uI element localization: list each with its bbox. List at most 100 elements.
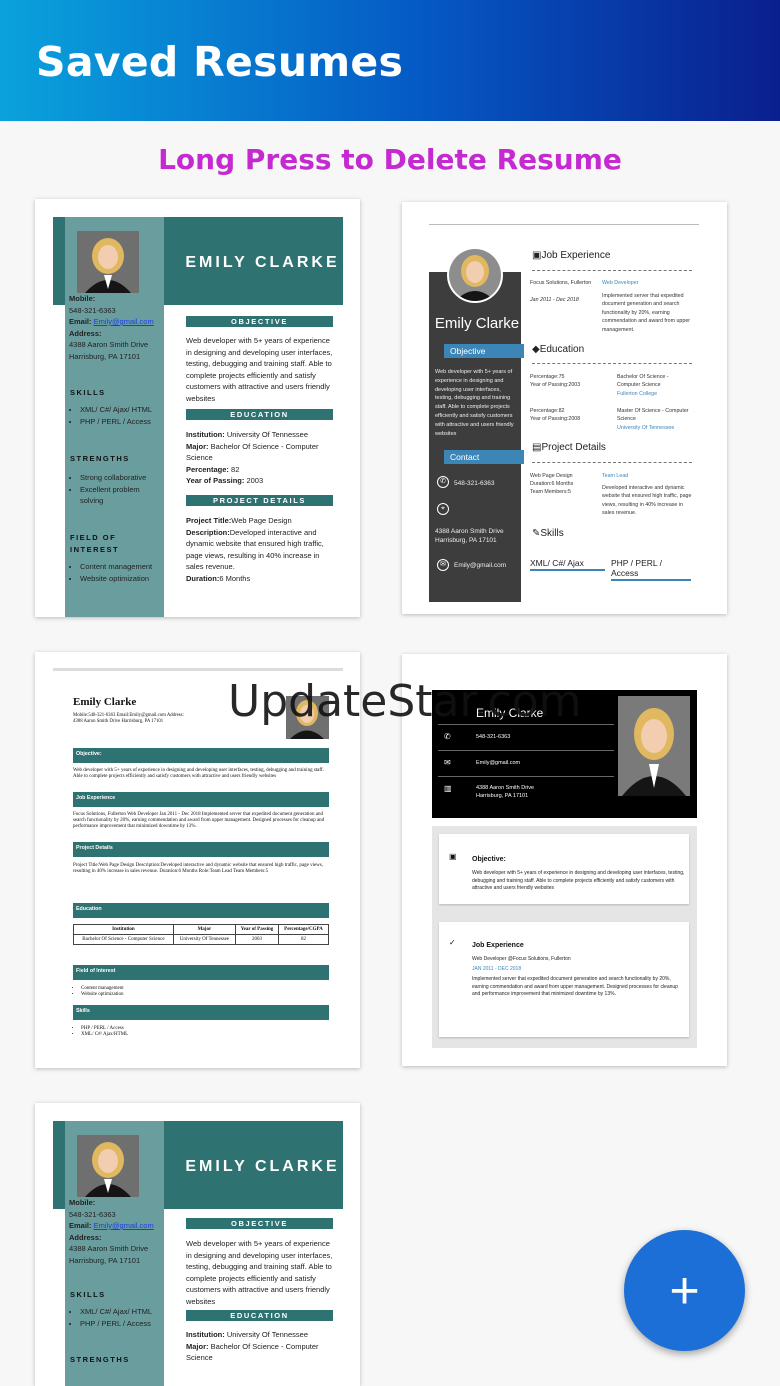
contact-block: Mobile: 548-321-6363 Email: Emily@gmail.… [69,1198,154,1265]
education-table: Institution Major Year of Passing Percentag… [73,924,329,945]
contact-info: Mobile:548-321-6363 Email:Emily@gmail.co… [73,713,184,724]
project-heading: PROJECT DETAILS [186,495,333,506]
contact-address: 4388 Aaron Smith Drive Harrisburg, PA 17… [435,528,504,544]
profile-photo [77,231,139,293]
job-role: Web Developer [602,280,639,286]
objective-tag: Objective [444,344,524,358]
page-title: Saved Resumes [36,38,404,86]
objective-text: Web developer with 5+ years of experienc… [435,369,514,437]
skills-list: XML/ C#/ Ajax/ HTMLPHP / PERL / Access [70,404,165,427]
interest-list: Content managementWebsite optimization [73,986,329,998]
project-bar: Project Details [73,842,329,857]
strengths-heading: STRENGTHS [70,454,130,463]
briefcase-icon: ▣ [449,852,457,861]
resume-preview-teal: EMILY CLARKE Mobile: 548-321-6363 Email:… [35,1103,360,1386]
job-heading: ▣Job Experience [532,250,611,261]
project-text: Project Title:Web Page Design Descriptio… [73,863,323,874]
objective-heading: OBJECTIVE [186,316,333,327]
skills-heading: ✎Skills [532,528,564,539]
education-heading: ◆Education [532,344,585,355]
phone-icon: ✆ [437,476,449,488]
contact-phone: 548-321-6363 [454,480,495,487]
objective-text: Web developer with 5+ years of experienc… [472,870,685,892]
objective-box [439,834,689,904]
add-resume-button[interactable]: + [624,1230,745,1351]
skills-bar: Skills [73,1005,329,1020]
location-icon: ⌖ [437,503,449,515]
top-rule [53,668,343,671]
plus-icon: + [669,1261,700,1320]
contact-email: Emily@gmail.com [476,760,521,766]
skills-list: XML/ C#/ Ajax/ HTMLPHP / PERL / Access [70,1306,165,1329]
resume-preview-teal: EMILY CLARKE Mobile: 548-321-6363 Email:… [35,199,360,617]
resume-name: EMILY CLARKE [185,254,340,271]
delete-hint: Long Press to Delete Resume [158,143,622,176]
resume-card-5[interactable]: EMILY CLARKE Mobile: 548-321-6363 Email:… [35,1103,360,1386]
interest-list: Content managementWebsite optimization [70,561,165,584]
resume-name: EMILY CLARKE [185,1158,340,1175]
edu1-degree: Bachelor Of Science - Computer Science [617,374,669,389]
skills-heading: SKILLS [70,388,106,397]
edu1-school: Fullerton College [617,391,658,397]
divider [532,363,692,364]
education-bar: Education [73,903,329,918]
mail-icon: ✉ [437,559,449,571]
interest-heading: FIELD OF INTEREST [70,533,120,554]
phone-icon: ✆ [444,732,451,741]
divider [438,750,614,751]
resume-card-2[interactable]: Emily Clarke Objective Web developer wit… [402,202,727,614]
project-desc: Developed interactive and dynamic websit… [602,485,692,517]
strengths-list: Strong collaborativeExcellent problem so… [70,472,165,507]
strengths-heading: STRENGTHS [70,1355,130,1364]
project-role: Team Lead [602,473,629,479]
project-text: Project Title:Web Page Design Descriptio… [186,516,324,583]
resume-card-1[interactable]: EMILY CLARKE Mobile: 548-321-6363 Email:… [35,199,360,617]
objective-heading: Objective: [472,856,506,863]
skills-list: PHP / PERL / AccessXML/ C#/ Ajax/HTML [73,1026,329,1038]
edu2-degree: Master Of Science - Computer Science [617,408,689,423]
job-text: Focus Solutions, Fullerton Web Developer… [73,812,325,829]
job-dates: Jan 2011 - Dec 2018 [530,297,579,303]
education-heading: EDUCATION [186,1310,333,1321]
job-company: Focus Solutions, Fullerton [530,280,592,286]
contact-phone: 548-321-6363 [476,734,511,740]
objective-text: Web developer with 5+ years of experienc… [186,336,333,403]
mail-icon: ✉ [444,758,451,767]
project-team: Team Members:5 [530,489,571,495]
skills-heading: SKILLS [70,1290,106,1299]
watermark: UpdateStar.com [228,676,582,727]
job-desc: Implemented server that expedited docume… [472,976,678,998]
edu1-year: Year of Passing:2003 [530,382,581,388]
job-dates: JAN 2011 - DEC 2018 [472,966,522,972]
project-heading: ▤Project Details [532,442,606,453]
job-heading: Job Experience [472,942,524,949]
education-text: Institution: University Of Tennessee Maj… [186,430,319,485]
contact-address: 4388 Aaron Smith Drive Harrisburg, PA 17… [476,785,535,799]
profile-photo [447,247,503,303]
edu2-school: University Of Tennessee [617,425,675,431]
objective-text: Web developer with 5+ years of experienc… [73,768,324,779]
skill-1: XML/ C#/ Ajax [530,558,605,571]
app-bar: Saved Resumes [0,0,780,121]
divider [532,462,692,463]
map-icon: ▥ [444,784,452,793]
resume-name: Emily Clarke [434,315,520,332]
edu2-year: Year of Passing:2008 [530,416,581,422]
job-desc: Implemented server that expedited docume… [602,293,691,333]
contact-tag: Contact [444,450,524,464]
education-heading: EDUCATION [186,409,333,420]
objective-bar: Objective: [73,748,329,763]
job-line: Web Developer @Focus Solutions, Fullerto… [472,956,571,962]
resume-preview-dark: Emily Clarke Objective Web developer wit… [402,202,727,614]
graduation-cap-icon: ◆ [532,344,540,355]
resume-name: Emily Clarke [73,696,137,708]
objective-heading: OBJECTIVE [186,1218,333,1229]
profile-photo [77,1135,139,1197]
contact-email: Emily@gmail.com [454,562,507,569]
profile-photo [618,696,690,796]
education-text: Institution: University Of Tennessee Maj… [186,1330,319,1362]
objective-text: Web developer with 5+ years of experienc… [186,1239,333,1306]
skill-2: PHP / PERL / Access [611,558,691,581]
job-bar: Job Experience [73,792,329,807]
check-icon: ✓ [449,938,456,947]
